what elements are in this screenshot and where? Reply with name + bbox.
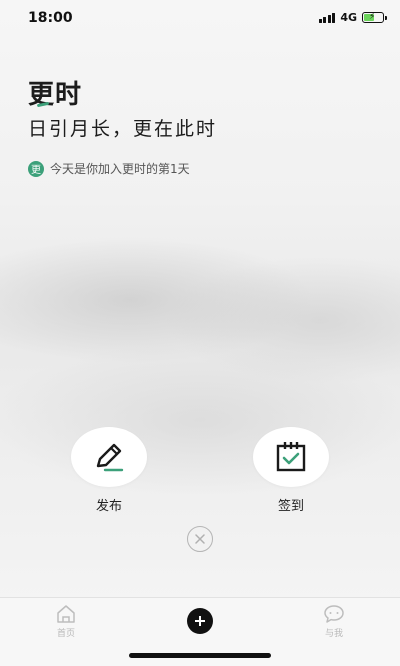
- network-type: 4G: [340, 11, 357, 24]
- publish-circle[interactable]: [71, 427, 147, 487]
- pen-icon: [96, 443, 124, 472]
- tab-home-label: 首页: [56, 629, 75, 639]
- battery-icon: ⚡: [362, 12, 387, 23]
- join-badge: 更: [28, 160, 44, 177]
- status-bar: 18:00 4G ⚡: [0, 0, 400, 36]
- add-button[interactable]: [187, 608, 213, 634]
- tab-bar: 首页 与我: [0, 597, 400, 666]
- tab-home[interactable]: 首页: [46, 604, 86, 639]
- checkin-label: 签到: [277, 499, 304, 514]
- close-icon: [195, 534, 205, 544]
- status-time: 18:00: [28, 10, 73, 26]
- publish-label: 发布: [95, 499, 122, 514]
- join-days-text: 今天是你加入更时的第1天: [50, 162, 190, 176]
- checkin-circle[interactable]: [253, 427, 329, 487]
- charging-icon: ⚡: [369, 12, 376, 22]
- plus-icon: [195, 616, 205, 626]
- signal-icon: [318, 12, 336, 23]
- checkin-button[interactable]: 签到: [252, 427, 330, 514]
- calendar-check-icon: [276, 442, 306, 472]
- status-indicators: 4G ⚡: [318, 11, 387, 24]
- join-info: 更 今天是你加入更时的第1天: [28, 160, 190, 177]
- app-screen: 18:00 4G ⚡ 更时 日引月长，更在此时 更 今天是你加入更时的第1天 发…: [0, 0, 400, 666]
- publish-button[interactable]: 发布: [70, 427, 148, 514]
- chat-icon: [324, 605, 344, 623]
- home-indicator: [129, 653, 271, 658]
- home-icon: [57, 605, 75, 623]
- close-button[interactable]: [187, 526, 213, 552]
- tab-me-label: 与我: [324, 629, 343, 639]
- slogan: 日引月长，更在此时: [28, 118, 218, 140]
- tab-me[interactable]: 与我: [314, 604, 354, 639]
